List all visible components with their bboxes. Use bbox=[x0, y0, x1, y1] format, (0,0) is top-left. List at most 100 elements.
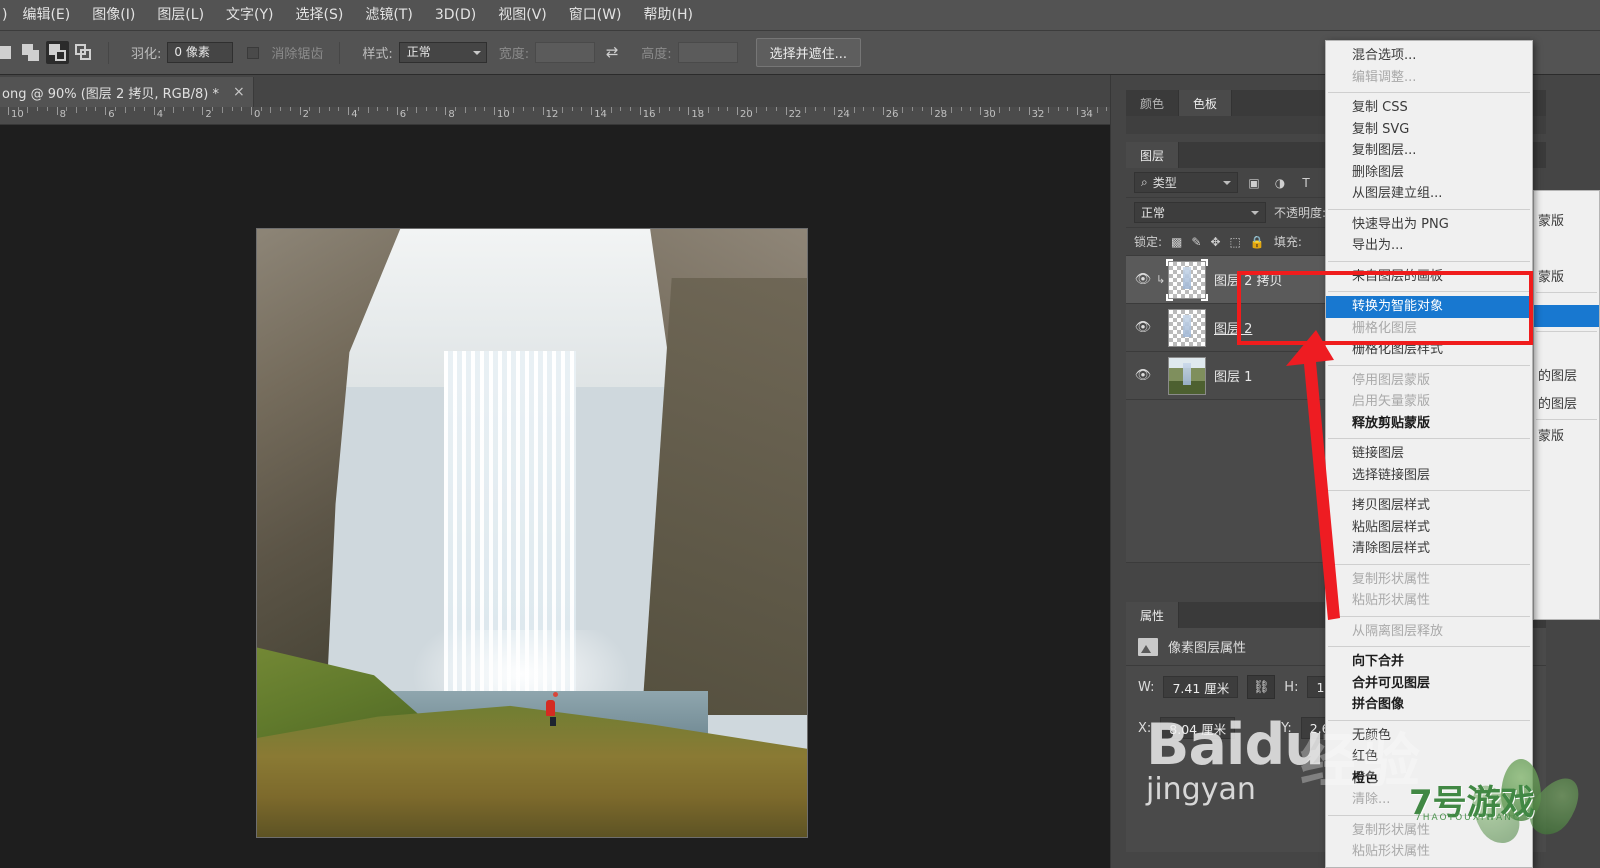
layer-thumbnail[interactable] bbox=[1168, 356, 1206, 395]
menu-item-选择链接图层[interactable]: 选择链接图层 bbox=[1326, 465, 1532, 487]
feather-input[interactable]: 0 像素 bbox=[167, 42, 234, 63]
layer-name-2[interactable]: 图层 2 bbox=[1214, 318, 1252, 337]
menu-item-来自图层的画板[interactable]: 来自图层的画板 bbox=[1326, 266, 1532, 288]
submenu-item-0[interactable]: 蒙版 bbox=[1534, 211, 1599, 233]
width-value[interactable]: 7.41 厘米 bbox=[1163, 676, 1239, 698]
menu-item-向下合并[interactable]: 向下合并 bbox=[1326, 651, 1532, 673]
horizontal-ruler[interactable]: 10 8 6 4 2 0 2 4 6 8 10 12 14 16 18 20 22 24 26 28 30 32 34 bbox=[0, 107, 1110, 125]
clipping-mask-icon: ↳ bbox=[1156, 273, 1166, 286]
layer-filter-select[interactable]: ⌕ 类型 bbox=[1134, 172, 1238, 193]
ruler-minor-tick bbox=[805, 107, 807, 113]
menu-item-无颜色[interactable]: 无颜色 bbox=[1326, 725, 1532, 747]
menu-item-导出为...[interactable]: 导出为... bbox=[1326, 235, 1532, 257]
new-selection-icon[interactable] bbox=[0, 41, 17, 64]
photoshop-window: ) 编辑(E) 图像(I) 图层(L) 文字(Y) 选择(S) 滤镜(T) 3D… bbox=[0, 0, 1600, 868]
eye-icon[interactable]: 👁 bbox=[1130, 272, 1156, 287]
lock-artboard-icon[interactable]: ⬚ bbox=[1230, 235, 1241, 249]
link-icon[interactable]: ⛓ bbox=[1247, 675, 1276, 699]
menu-item-合并可见图层[interactable]: 合并可见图层 bbox=[1326, 673, 1532, 695]
layer-name-1[interactable]: 图层 1 bbox=[1214, 366, 1252, 385]
ruler-minor-tick bbox=[367, 107, 369, 113]
layer-name-copy[interactable]: 图层 2 拷贝 bbox=[1214, 270, 1283, 289]
tab-swatches[interactable]: 色板 bbox=[1179, 90, 1233, 116]
menu-item-粘贴图层样式[interactable]: 粘贴图层样式 bbox=[1326, 517, 1532, 539]
image-filter-icon[interactable]: ▣ bbox=[1244, 173, 1264, 193]
menu-item-layer[interactable]: 图层(L) bbox=[146, 2, 215, 28]
menu-item-红色[interactable]: 红色 bbox=[1326, 746, 1532, 768]
menu-item-select[interactable]: 选择(S) bbox=[285, 2, 355, 28]
menu-item-栅格化图层样式[interactable]: 栅格化图层样式 bbox=[1326, 339, 1532, 361]
antialias-checkbox[interactable] bbox=[247, 46, 260, 59]
eye-icon[interactable]: 👁 bbox=[1130, 368, 1156, 383]
menu-item-橙色[interactable]: 橙色 bbox=[1326, 768, 1532, 790]
lock-transparency-icon[interactable]: ▩ bbox=[1171, 235, 1182, 249]
tab-properties[interactable]: 属性 bbox=[1126, 602, 1180, 628]
ruler-label: 26 bbox=[885, 109, 899, 120]
menu-item-3d[interactable]: 3D(D) bbox=[424, 2, 487, 28]
menu-separator bbox=[1328, 719, 1530, 721]
menu-item-复制 SVG[interactable]: 复制 SVG bbox=[1326, 119, 1532, 141]
layer-thumbnail[interactable] bbox=[1168, 308, 1206, 347]
width-label: W: bbox=[1138, 679, 1155, 695]
swap-width-height-icon[interactable]: ⇄ bbox=[601, 43, 623, 63]
menu-item-help[interactable]: 帮助(H) bbox=[633, 2, 704, 28]
ruler-minor-tick bbox=[523, 107, 525, 111]
menu-item-view[interactable]: 视图(V) bbox=[487, 2, 558, 28]
menu-item-window[interactable]: 窗口(W) bbox=[558, 2, 633, 28]
adjustment-filter-icon[interactable]: ◑ bbox=[1270, 173, 1290, 193]
type-filter-icon[interactable]: T bbox=[1296, 173, 1316, 193]
layer-thumbnail[interactable] bbox=[1166, 258, 1208, 301]
menu-item-type[interactable]: 文字(Y) bbox=[215, 2, 284, 28]
intersect-selection-icon[interactable] bbox=[72, 41, 95, 64]
menu-item-从隔离图层释放: 从隔离图层释放 bbox=[1352, 623, 1444, 639]
lock-position-icon[interactable]: ✥ bbox=[1210, 235, 1220, 249]
menu-item-拼合图像[interactable]: 拼合图像 bbox=[1326, 694, 1532, 716]
ruler-minor-tick bbox=[114, 107, 116, 111]
tab-layers[interactable]: 图层 bbox=[1126, 142, 1180, 168]
menu-item-edit[interactable]: 编辑(E) bbox=[11, 2, 81, 28]
layer-context-submenu[interactable]: 蒙版 蒙版 的图层 的图层 蒙版 bbox=[1533, 190, 1600, 620]
layer-context-menu[interactable]: 混合选项... 编辑调整... 复制 CSS 复制 SVG 复制图层... 删除图层 从图层… bbox=[1325, 40, 1533, 868]
canvas-area[interactable] bbox=[0, 125, 1110, 868]
menu-item-释放剪贴蒙版[interactable]: 释放剪贴蒙版 bbox=[1326, 413, 1532, 435]
tab-color[interactable]: 颜色 bbox=[1126, 90, 1180, 116]
ruler-minor-tick bbox=[280, 107, 282, 111]
width-input[interactable] bbox=[535, 42, 596, 63]
menu-item-链接图层[interactable]: 链接图层 bbox=[1326, 443, 1532, 465]
menu-item-转换为智能对象[interactable]: 转换为智能对象 bbox=[1326, 296, 1532, 318]
chevron-down-icon bbox=[1223, 180, 1231, 185]
menu-item-复制 CSS[interactable]: 复制 CSS bbox=[1326, 97, 1532, 119]
submenu-item-1[interactable]: 蒙版 bbox=[1534, 267, 1599, 289]
submenu-item-4[interactable]: 的图层 bbox=[1534, 394, 1599, 416]
search-icon: ⌕ bbox=[1141, 175, 1148, 189]
lock-all-icon[interactable]: 🔒 bbox=[1250, 235, 1265, 249]
menu-item-拷贝图层样式[interactable]: 拷贝图层样式 bbox=[1326, 495, 1532, 517]
document-image[interactable] bbox=[256, 228, 808, 838]
add-to-selection-icon[interactable] bbox=[20, 41, 43, 64]
submenu-item-3[interactable]: 的图层 bbox=[1534, 366, 1599, 388]
menu-item-快速导出为 PNG[interactable]: 快速导出为 PNG bbox=[1326, 214, 1532, 236]
eye-icon[interactable]: 👁 bbox=[1130, 320, 1156, 335]
menu-item-0[interactable]: ) bbox=[0, 2, 11, 28]
height-input[interactable] bbox=[677, 42, 738, 63]
subtract-from-selection-icon[interactable] bbox=[46, 41, 69, 64]
ruler-minor-tick bbox=[270, 107, 272, 113]
menu-item-复制图层...[interactable]: 复制图层... bbox=[1326, 140, 1532, 162]
x-value[interactable]: 8.04 厘米 bbox=[1160, 717, 1236, 739]
height-label: 高度: bbox=[641, 47, 672, 62]
style-select[interactable]: 正常 bbox=[398, 42, 487, 63]
menu-item-image[interactable]: 图像(I) bbox=[81, 2, 146, 28]
menu-item-清除图层样式[interactable]: 清除图层样式 bbox=[1326, 538, 1532, 560]
select-and-mask-button[interactable]: 选择并遮住... bbox=[755, 38, 861, 67]
blend-mode-select[interactable]: 正常 bbox=[1134, 202, 1266, 223]
menu-item-混合选项...[interactable]: 混合选项... bbox=[1326, 45, 1532, 67]
menu-item-从图层建立组...[interactable]: 从图层建立组... bbox=[1326, 183, 1532, 205]
lock-image-icon[interactable]: ✎ bbox=[1191, 235, 1201, 249]
menu-separator bbox=[1328, 438, 1530, 439]
document-tab[interactable]: ong @ 90% (图层 2 拷贝, RGB/8) * × bbox=[0, 77, 254, 107]
submenu-item-2[interactable] bbox=[1534, 305, 1599, 327]
menu-item-删除图层[interactable]: 删除图层 bbox=[1326, 162, 1532, 184]
menu-item-filter[interactable]: 滤镜(T) bbox=[354, 2, 423, 28]
close-icon[interactable]: × bbox=[233, 84, 245, 100]
submenu-item-5[interactable]: 蒙版 bbox=[1534, 426, 1599, 448]
